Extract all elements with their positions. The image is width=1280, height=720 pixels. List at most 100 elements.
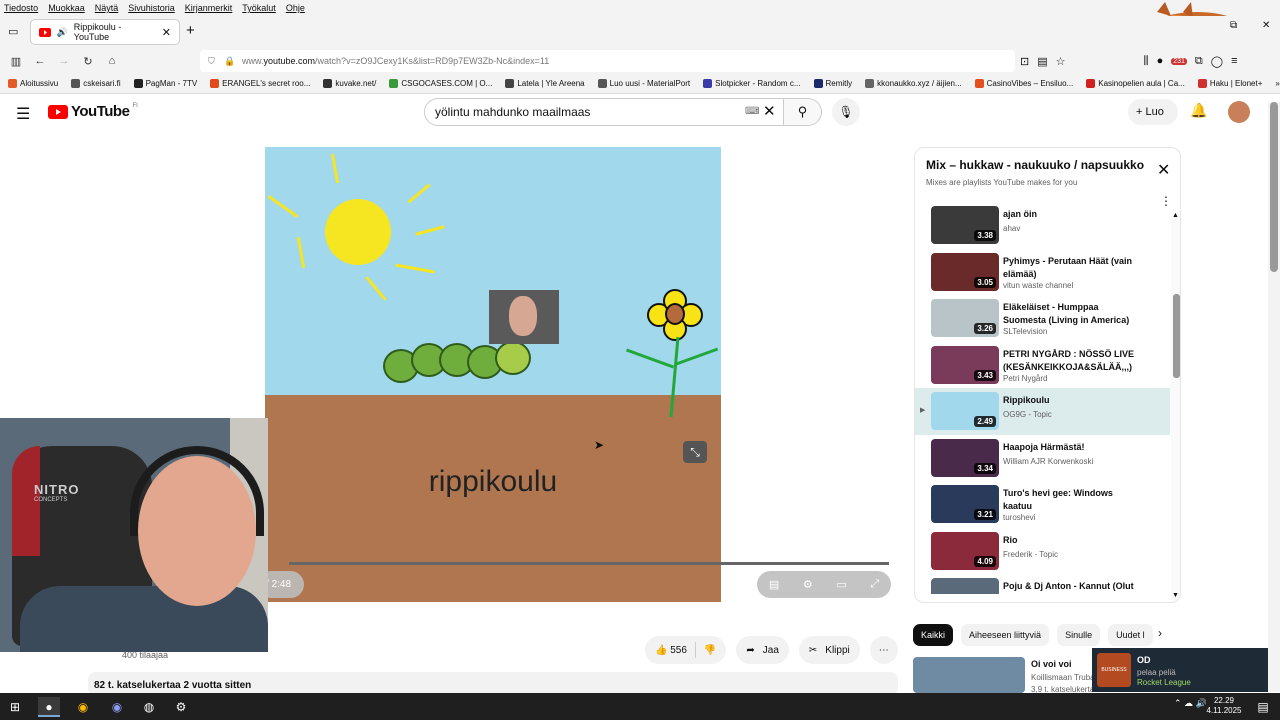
- more-actions-icon[interactable]: ⋯: [869, 636, 898, 664]
- playlist-item[interactable]: 3.21 Turo's hevi gee: Windows kaatuu turos…: [915, 481, 1170, 528]
- scroll-up-icon[interactable]: ▲: [1172, 212, 1179, 219]
- reader-icon[interactable]: ▤: [1037, 55, 1047, 68]
- lock-icon[interactable]: 🔒: [224, 50, 235, 72]
- playlist-item[interactable]: 3.26 Eläkeläiset - Humppaa Suomesta (Livi…: [915, 295, 1170, 342]
- bookmark-item[interactable]: CasinoVibes – Ensiluo...: [974, 79, 1073, 88]
- clock[interactable]: 22.29 4.11.2025: [1202, 696, 1246, 716]
- chip-all[interactable]: Kaikki: [913, 624, 954, 646]
- playlist-item-title[interactable]: Rippikoulu: [1003, 394, 1143, 407]
- menu-item[interactable]: Työkalut: [242, 0, 276, 16]
- playlist-item-title[interactable]: Turo's hevi gee: Windows kaatuu: [1003, 487, 1143, 513]
- game-activity-toast[interactable]: BUSINESS OD pelaa peliä Rocket League: [1092, 648, 1280, 692]
- bookmark-item[interactable]: kkonaukko.xyz / äijien...: [865, 79, 962, 88]
- playlist-thumbnail[interactable]: 3.38: [931, 206, 999, 244]
- back-icon[interactable]: ←: [28, 55, 52, 67]
- settings-gear-icon[interactable]: ⚙: [803, 578, 813, 591]
- chip-for-you[interactable]: Sinulle: [1057, 624, 1101, 646]
- clip-button[interactable]: ✂ Klippi: [798, 636, 860, 664]
- windows-start-icon[interactable]: ⊞: [4, 697, 26, 717]
- notification-center-icon[interactable]: ▤: [1252, 697, 1274, 717]
- playlist-scrollbar[interactable]: ▲ ▼: [1171, 212, 1180, 602]
- account-icon[interactable]: ◯: [1211, 55, 1223, 68]
- tab-active[interactable]: 🔊 Rippikoulu - YouTube ✕: [30, 19, 180, 45]
- playlist-thumbnail[interactable]: 3.21: [931, 485, 999, 523]
- speaker-icon[interactable]: 🔊: [57, 27, 68, 38]
- new-tab-icon[interactable]: +: [186, 22, 195, 39]
- bookmark-item[interactable]: Remitly: [813, 79, 852, 88]
- keyboard-icon[interactable]: ⌨: [745, 99, 759, 125]
- miniplayer-icon[interactable]: ⤡: [683, 441, 707, 463]
- settings-icon[interactable]: ⚙: [170, 697, 192, 717]
- user-avatar[interactable]: [1228, 101, 1250, 123]
- bookmark-item[interactable]: kuvake.net/: [323, 79, 376, 88]
- chrome-icon[interactable]: ◉: [72, 697, 94, 717]
- bookmark-item[interactable]: Latela | Yle Areena: [505, 79, 585, 88]
- close-tab-icon[interactable]: ✕: [162, 26, 171, 39]
- chevron-right-icon[interactable]: ›: [1158, 626, 1162, 640]
- clear-search-icon[interactable]: ✕: [763, 99, 776, 125]
- home-icon[interactable]: ⌂: [100, 55, 124, 67]
- menu-item[interactable]: Tiedosto: [4, 0, 38, 16]
- menu-item[interactable]: Näytä: [95, 0, 119, 16]
- bookmark-item[interactable]: Haku | Elonet+: [1197, 79, 1262, 88]
- playlist-thumbnail[interactable]: 4.09: [931, 531, 999, 570]
- playlist-item[interactable]: 3.38 ajan öin ahav: [915, 202, 1170, 249]
- create-button[interactable]: + Luo: [1128, 99, 1178, 125]
- bookmark-item[interactable]: Aloitussivu: [8, 79, 58, 88]
- bookmark-star-icon[interactable]: ☆: [1056, 55, 1066, 68]
- bookmark-item[interactable]: PagMan - 7TV: [133, 79, 197, 88]
- bookmark-item[interactable]: Luo uusi - MaterialPort: [597, 79, 690, 88]
- bookmarks-overflow-icon[interactable]: »: [1275, 79, 1279, 88]
- reload-icon[interactable]: ↻: [76, 55, 100, 68]
- playlist-item[interactable]: ▶ 2.49 Rippikoulu OG9G - Topic: [915, 388, 1170, 435]
- playlist-thumbnail[interactable]: 3.26: [931, 299, 999, 337]
- playlist-thumbnail[interactable]: 3.43: [931, 345, 999, 384]
- bookmark-item[interactable]: CSGOCASES.COM | O...: [389, 79, 492, 88]
- screenshot-icon[interactable]: ⊡: [1020, 55, 1029, 68]
- sidebar-icon[interactable]: ▥: [4, 55, 28, 68]
- recommended-video[interactable]: Oi voi voi Koillismaan Trubaduuri 3,9 t.…: [913, 657, 1112, 694]
- firefox-icon[interactable]: ●: [38, 697, 60, 717]
- like-button[interactable]: 👍 556: [655, 645, 687, 656]
- thumbs-down-icon[interactable]: 👎: [704, 645, 716, 656]
- address-bar[interactable]: ⛉ 🔒 www.youtube.com/watch?v=zO9JCexy1Ks&…: [200, 50, 1015, 72]
- playlist-item-title[interactable]: ajan öin: [1003, 208, 1143, 221]
- extensions-icon[interactable]: ⧉: [1195, 55, 1203, 68]
- close-window-icon[interactable]: ✕: [1262, 20, 1270, 31]
- chip-new[interactable]: Uudet l: [1108, 624, 1153, 646]
- theater-mode-icon[interactable]: ▭: [836, 578, 846, 591]
- playlist-item-title[interactable]: Rio: [1003, 534, 1143, 547]
- playlist-item-title[interactable]: Pyhimys - Perutaan Häät (vain elämää): [1003, 255, 1143, 281]
- playlist-item[interactable]: 4.09 Rio Frederik - Topic: [915, 528, 1170, 575]
- subtitles-icon[interactable]: ▤: [769, 578, 779, 591]
- hamburger-menu-icon[interactable]: ☰: [16, 104, 30, 124]
- video-player[interactable]: rippikoulu ⤡: [265, 147, 721, 602]
- scroll-down-icon[interactable]: ▼: [1172, 592, 1179, 599]
- bookmark-item[interactable]: Kasinopelien aula | Ca...: [1086, 79, 1185, 88]
- playlist-item-title[interactable]: Haapoja Härmästä!: [1003, 441, 1143, 454]
- menu-item[interactable]: Sivuhistoria: [128, 0, 175, 16]
- extension-badge[interactable]: 231: [1171, 57, 1187, 65]
- menu-icon[interactable]: ≡: [1231, 55, 1237, 67]
- share-button[interactable]: ➦ Jaa: [736, 636, 789, 664]
- search-button[interactable]: ⚲: [784, 98, 822, 126]
- discord-icon[interactable]: ◉: [106, 697, 128, 717]
- playlist-item-title[interactable]: Poju & Dj Anton - Kannut (Olut virtaa ta…: [1003, 580, 1143, 594]
- playlist-item-title[interactable]: PETRI NYGÅRD : NÖSSÖ LIVE (KESÄNKEIKKOJA…: [1003, 348, 1143, 374]
- close-playlist-icon[interactable]: ✕: [1157, 160, 1170, 180]
- menu-item[interactable]: Ohje: [286, 0, 305, 16]
- bookmark-item[interactable]: ERANGEL's secret roo...: [210, 79, 310, 88]
- page-scrollbar[interactable]: [1268, 102, 1280, 692]
- playlist-item[interactable]: 3.05 Pyhimys - Perutaan Häät (vain elämää…: [915, 249, 1170, 296]
- shield-icon[interactable]: ⛉: [208, 50, 215, 72]
- notifications-bell-icon[interactable]: 🔔: [1190, 102, 1207, 119]
- progress-bar[interactable]: [289, 562, 889, 565]
- playlist-item[interactable]: 3.34 Haapoja Härmästä! William AJR Korwenk…: [915, 435, 1170, 482]
- library-icon[interactable]: ⫼: [1144, 55, 1149, 68]
- bookmark-item[interactable]: Slotpicker - Random c...: [703, 79, 801, 88]
- menu-item[interactable]: Muokkaa: [48, 0, 85, 16]
- playlist-thumbnail[interactable]: 3.34: [931, 438, 999, 477]
- bookmark-item[interactable]: cskeisari.fi: [71, 79, 121, 88]
- app-icon[interactable]: ◍: [138, 697, 160, 717]
- playlist-title[interactable]: Mix – hukkaw - naukuuko / napsuukko: [926, 158, 1151, 172]
